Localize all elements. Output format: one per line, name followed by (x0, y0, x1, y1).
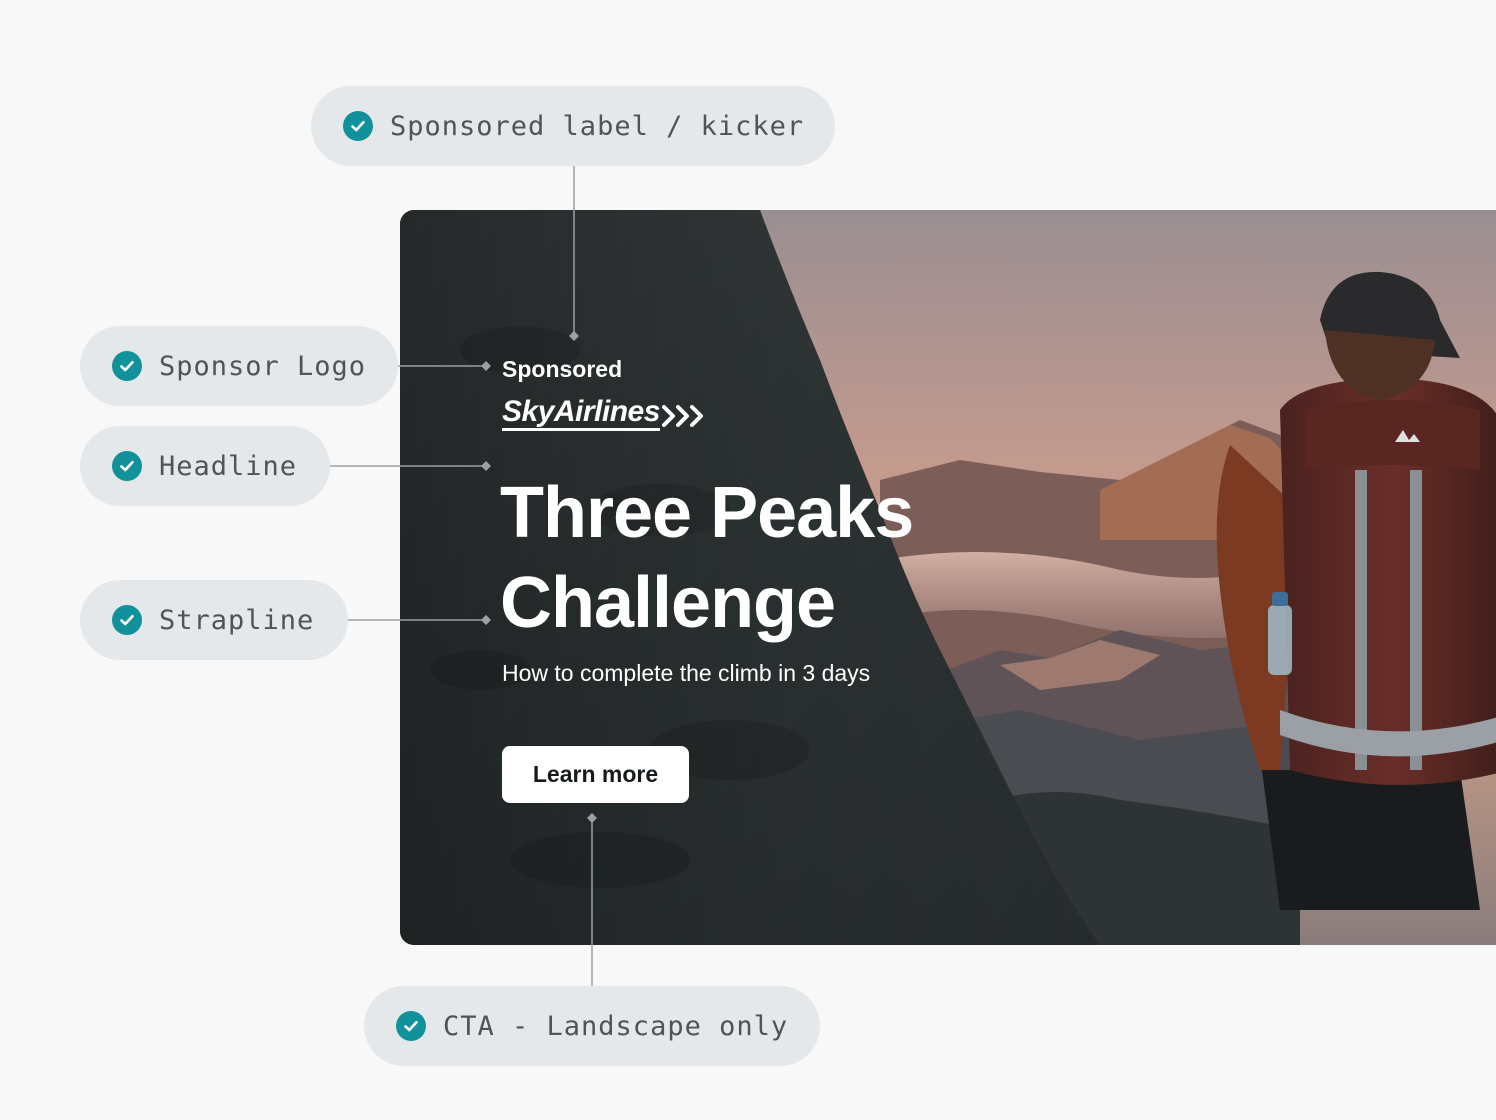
annotation-headline: Headline (80, 426, 330, 506)
annotation-sponsor-logo: Sponsor Logo (80, 326, 398, 406)
sponsor-logo[interactable]: SkyAirlines (502, 396, 706, 431)
annotation-label: CTA - Landscape only (443, 1010, 789, 1042)
strapline: How to complete the climb in 3 days (502, 660, 871, 686)
chevrons-right-icon (661, 405, 703, 427)
headline: Three Peaks Challenge (500, 473, 914, 643)
annotation-label: Sponsor Logo (159, 350, 367, 382)
sponsor-logo-text: SkyAirlines (502, 396, 660, 431)
annotation-label: Strapline (159, 604, 315, 636)
annotation-label: Headline (159, 450, 298, 482)
learn-more-button[interactable]: Learn more (502, 746, 689, 803)
sponsored-kicker: Sponsored (502, 356, 623, 382)
ad-content: Sponsored SkyAirlines Three Peaks Challe… (400, 210, 1496, 945)
check-circle-icon (112, 451, 142, 481)
annotation-kicker: Sponsored label / kicker (311, 86, 835, 166)
annotation-label: Sponsored label / kicker (390, 110, 805, 142)
check-circle-icon (396, 1011, 426, 1041)
check-circle-icon (112, 605, 142, 635)
check-circle-icon (112, 351, 142, 381)
annotation-cta: CTA - Landscape only (364, 986, 820, 1066)
sponsored-ad-card[interactable]: Sponsored SkyAirlines Three Peaks Challe… (400, 210, 1496, 945)
annotation-strapline: Strapline (80, 580, 348, 660)
check-circle-icon (343, 111, 373, 141)
